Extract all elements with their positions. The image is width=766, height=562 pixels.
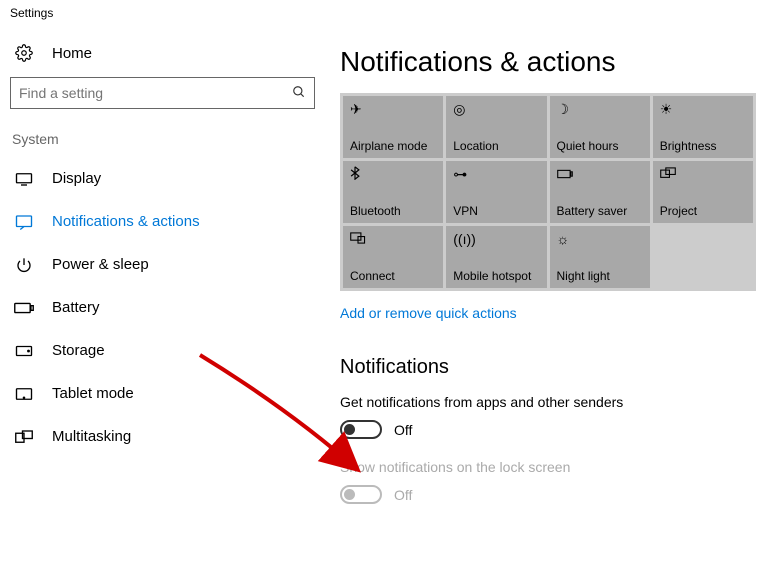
sidebar-item-label: Tablet mode xyxy=(52,385,134,402)
tile-label: Connect xyxy=(350,270,436,283)
quick-actions-link[interactable]: Add or remove quick actions xyxy=(340,305,756,321)
qa-tile-bluetooth[interactable]: Bluetooth xyxy=(343,161,443,223)
connect-icon xyxy=(350,231,436,247)
notifications-heading: Notifications xyxy=(340,356,756,379)
monitor-icon xyxy=(14,172,34,186)
power-icon xyxy=(14,257,34,273)
qa-tile-connect[interactable]: Connect xyxy=(343,226,443,288)
sidebar-item-power[interactable]: Power & sleep xyxy=(10,243,315,286)
tile-label: Project xyxy=(660,205,746,218)
qa-tile-vpn[interactable]: ⊶ VPN xyxy=(446,161,546,223)
sidebar-item-label: Storage xyxy=(52,342,105,359)
search-input[interactable] xyxy=(19,85,292,101)
qa-tile-battery-saver[interactable]: Battery saver xyxy=(550,161,650,223)
tile-label: Location xyxy=(453,140,539,153)
hotspot-icon: ((ı)) xyxy=(453,231,539,247)
toggle-knob xyxy=(344,424,355,435)
toggle-knob xyxy=(344,489,355,500)
vpn-icon: ⊶ xyxy=(453,166,539,183)
page-heading: Notifications & actions xyxy=(340,46,756,78)
tile-label: Mobile hotspot xyxy=(453,270,539,283)
qa-tile-quiet-hours[interactable]: ☽ Quiet hours xyxy=(550,96,650,158)
qa-tile-brightness[interactable]: ☀ Brightness xyxy=(653,96,753,158)
brightness-icon: ☀ xyxy=(660,101,746,118)
toggle-apps-notifications[interactable] xyxy=(340,420,382,439)
multitasking-icon xyxy=(14,430,34,444)
tile-label: Brightness xyxy=(660,140,746,153)
toggle-state: Off xyxy=(394,487,412,503)
tile-label: Airplane mode xyxy=(350,140,436,153)
sidebar-item-tablet[interactable]: Tablet mode xyxy=(10,372,315,415)
tile-label: Battery saver xyxy=(557,205,643,218)
qa-tile-empty xyxy=(653,226,753,288)
toggle-lockscreen-notifications xyxy=(340,485,382,504)
sidebar: Home System Display Notifications & acti… xyxy=(10,26,330,524)
qa-tile-night-light[interactable]: ☼ Night light xyxy=(550,226,650,288)
qa-tile-hotspot[interactable]: ((ı)) Mobile hotspot xyxy=(446,226,546,288)
gear-icon xyxy=(14,44,34,62)
airplane-icon: ✈ xyxy=(350,101,436,118)
bluetooth-icon xyxy=(350,166,436,183)
tile-label: Quiet hours xyxy=(557,140,643,153)
tile-label: VPN xyxy=(453,205,539,218)
quick-actions-grid: ✈ Airplane mode ◎ Location ☽ Quiet hours… xyxy=(340,93,756,291)
home-button[interactable]: Home xyxy=(10,26,315,77)
search-box[interactable] xyxy=(10,77,315,109)
toggle-state: Off xyxy=(394,422,412,438)
sidebar-item-storage[interactable]: Storage xyxy=(10,329,315,372)
qa-tile-location[interactable]: ◎ Location xyxy=(446,96,546,158)
search-icon xyxy=(292,85,306,102)
tablet-icon xyxy=(14,387,34,401)
setting-label-lockscreen: Show notifications on the lock screen xyxy=(340,459,756,475)
setting-label-apps: Get notifications from apps and other se… xyxy=(340,394,756,410)
qa-tile-project[interactable]: Project xyxy=(653,161,753,223)
sidebar-item-battery[interactable]: Battery xyxy=(10,286,315,329)
notifications-icon xyxy=(14,214,34,230)
moon-icon: ☽ xyxy=(557,101,643,118)
home-label: Home xyxy=(52,45,92,62)
battery-saver-icon xyxy=(557,166,643,182)
battery-icon xyxy=(14,302,34,314)
night-light-icon: ☼ xyxy=(557,231,643,247)
sidebar-item-label: Power & sleep xyxy=(52,256,149,273)
sidebar-item-label: Display xyxy=(52,170,101,187)
sidebar-item-label: Multitasking xyxy=(52,428,131,445)
sidebar-item-notifications[interactable]: Notifications & actions xyxy=(10,200,315,243)
window-title: Settings xyxy=(0,0,766,26)
sidebar-item-display[interactable]: Display xyxy=(10,157,315,200)
main-content: Notifications & actions ✈ Airplane mode … xyxy=(330,26,756,524)
qa-tile-airplane[interactable]: ✈ Airplane mode xyxy=(343,96,443,158)
location-icon: ◎ xyxy=(453,101,539,118)
project-icon xyxy=(660,166,746,182)
sidebar-section-label: System xyxy=(10,131,315,147)
tile-label: Night light xyxy=(557,270,643,283)
tile-label: Bluetooth xyxy=(350,205,436,218)
sidebar-item-multitasking[interactable]: Multitasking xyxy=(10,415,315,458)
sidebar-item-label: Notifications & actions xyxy=(52,213,200,230)
sidebar-item-label: Battery xyxy=(52,299,100,316)
storage-icon xyxy=(14,344,34,358)
